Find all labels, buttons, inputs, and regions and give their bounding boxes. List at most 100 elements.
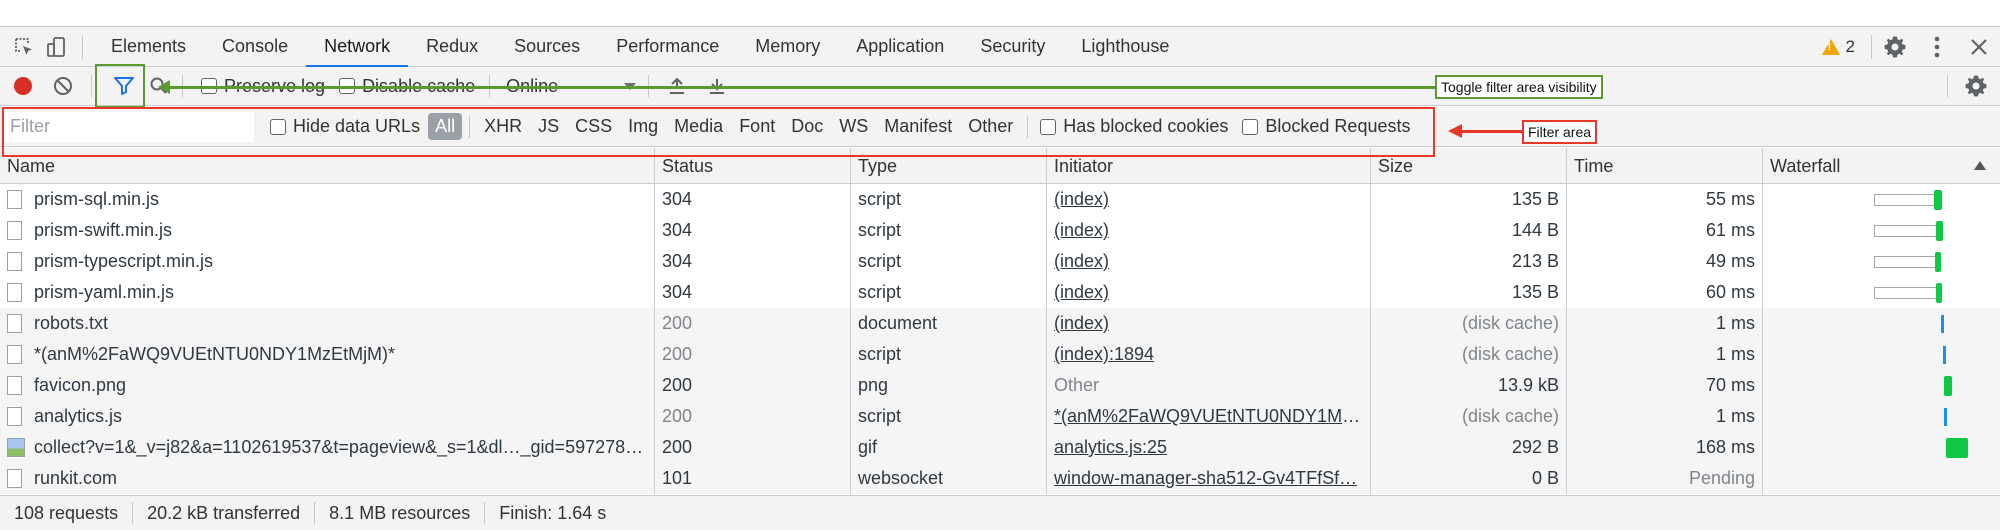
request-type: script (851, 277, 1047, 308)
request-time: 55 ms (1567, 184, 1763, 215)
request-type: script (851, 215, 1047, 246)
request-initiator-cell: (index) (1047, 184, 1371, 215)
waterfall-download-bar (1934, 190, 1942, 210)
initiator-link[interactable]: (index) (1054, 189, 1109, 210)
tab-security[interactable]: Security (962, 27, 1063, 67)
table-row[interactable]: prism-yaml.min.js 304 script (index) 135… (0, 277, 2000, 308)
network-settings-gear-icon[interactable] (1956, 67, 1996, 106)
filter-annotation-label: Filter area (1522, 120, 1598, 144)
waterfall-waiting-bar (1874, 287, 1938, 299)
table-row[interactable]: prism-sql.min.js 304 script (index) 135 … (0, 184, 2000, 215)
request-status: 200 (655, 308, 851, 339)
request-initiator: Other (1047, 370, 1371, 401)
request-type: document (851, 308, 1047, 339)
table-row[interactable]: favicon.png 200 png Other 13.9 kB 70 ms (0, 370, 2000, 401)
request-status: 200 (655, 432, 851, 463)
waterfall-download-bar (1935, 252, 1941, 272)
request-name-cell: *(anM%2FaWQ9VUEtNTU0NDY1MzEtMjM)* (0, 339, 655, 370)
request-time: 1 ms (1567, 308, 1763, 339)
clear-icon (54, 77, 72, 95)
initiator-link[interactable]: (index):1894 (1054, 344, 1154, 365)
toolbar-divider (1947, 75, 1948, 97)
record-button[interactable] (3, 67, 43, 106)
request-status: 101 (655, 463, 851, 494)
tab-sources[interactable]: Sources (496, 27, 598, 67)
tab-lighthouse[interactable]: Lighthouse (1063, 27, 1187, 67)
requests-table-body: prism-sql.min.js 304 script (index) 135 … (0, 184, 2000, 494)
initiator-link[interactable]: (index) (1054, 313, 1109, 334)
tab-performance[interactable]: Performance (598, 27, 737, 67)
tabbar-divider (1871, 35, 1872, 59)
tab-elements[interactable]: Elements (93, 27, 204, 67)
request-initiator-cell: (index) (1047, 277, 1371, 308)
request-size: 213 B (1371, 246, 1567, 277)
table-row[interactable]: prism-swift.min.js 304 script (index) 14… (0, 215, 2000, 246)
document-icon (7, 221, 22, 240)
tab-redux[interactable]: Redux (408, 27, 496, 67)
request-type: script (851, 339, 1047, 370)
request-name-cell: prism-typescript.min.js (0, 246, 655, 277)
table-row[interactable]: *(anM%2FaWQ9VUEtNTU0NDY1MzEtMjM)* 200 sc… (0, 339, 2000, 370)
request-time: Pending (1567, 463, 1763, 494)
filter-annotation-line (1462, 130, 1522, 133)
request-name: collect?v=1&_v=j82&a=1102619537&t=pagevi… (34, 437, 644, 457)
filter-toggle-highlight (95, 64, 145, 108)
inspect-element-icon[interactable] (8, 27, 40, 67)
toggle-annotation-line (165, 86, 1435, 89)
sort-ascending-icon (1974, 161, 1986, 170)
request-size: 0 B (1371, 463, 1567, 494)
initiator-link[interactable]: analytics.js:25 (1054, 437, 1167, 458)
initiator-link[interactable]: (index) (1054, 282, 1109, 303)
initiator-link[interactable]: window-manager-sha512-Gv4TFfSf… (1054, 468, 1357, 489)
document-icon (7, 283, 22, 302)
tab-memory[interactable]: Memory (737, 27, 838, 67)
column-header-time[interactable]: Time (1567, 148, 1763, 184)
request-status: 200 (655, 370, 851, 401)
request-status: 304 (655, 184, 851, 215)
waterfall-waiting-bar (1874, 225, 1938, 237)
tab-network[interactable]: Network (306, 27, 409, 68)
document-icon (7, 252, 22, 271)
request-time: 1 ms (1567, 401, 1763, 432)
request-time: 49 ms (1567, 246, 1763, 277)
initiator-link[interactable]: (index) (1054, 251, 1109, 272)
table-row[interactable]: runkit.com 101 websocket window-manager-… (0, 463, 2000, 494)
warnings-counter[interactable]: 2 (1821, 37, 1855, 57)
filter-area-highlight (2, 107, 1435, 157)
request-status: 200 (655, 339, 851, 370)
request-name: favicon.png (34, 375, 127, 395)
document-icon (7, 376, 22, 395)
warning-icon (1821, 39, 1840, 55)
tab-application[interactable]: Application (838, 27, 962, 67)
waterfall-cell (1763, 432, 2000, 463)
device-toolbar-icon[interactable] (40, 27, 72, 67)
request-size: 13.9 kB (1371, 370, 1567, 401)
request-type: script (851, 246, 1047, 277)
request-name-cell: favicon.png (0, 370, 655, 401)
clear-button[interactable] (43, 67, 83, 106)
tabbar-right-controls: 2 (1821, 27, 2000, 67)
initiator-link[interactable]: *(anM%2FaWQ9VUEtNTU0NDY1Mz… (1054, 406, 1363, 427)
settings-gear-icon[interactable] (1874, 27, 1916, 67)
table-row[interactable]: prism-typescript.min.js 304 script (inde… (0, 246, 2000, 277)
waterfall-cell (1763, 463, 2000, 494)
close-icon[interactable] (1958, 27, 2000, 67)
toggle-annotation-arrowhead (158, 80, 170, 94)
request-name-cell: robots.txt (0, 308, 655, 339)
table-row[interactable]: robots.txt 200 document (index) (disk ca… (0, 308, 2000, 339)
request-name-cell: collect?v=1&_v=j82&a=1102619537&t=pagevi… (0, 432, 655, 463)
request-time: 1 ms (1567, 339, 1763, 370)
request-status: 304 (655, 277, 851, 308)
request-initiator-cell: (index) (1047, 246, 1371, 277)
initiator-link[interactable]: (index) (1054, 220, 1109, 241)
table-row[interactable]: collect?v=1&_v=j82&a=1102619537&t=pagevi… (0, 432, 2000, 463)
image-icon (7, 438, 25, 457)
column-header-waterfall[interactable]: Waterfall (1763, 148, 2000, 184)
table-row[interactable]: analytics.js 200 script *(anM%2FaWQ9VUEt… (0, 401, 2000, 432)
waterfall-cell (1763, 215, 2000, 246)
request-type: script (851, 401, 1047, 432)
tab-console[interactable]: Console (204, 27, 306, 67)
request-name-cell: prism-sql.min.js (0, 184, 655, 215)
document-icon (7, 469, 22, 488)
more-options-icon[interactable] (1916, 27, 1958, 67)
